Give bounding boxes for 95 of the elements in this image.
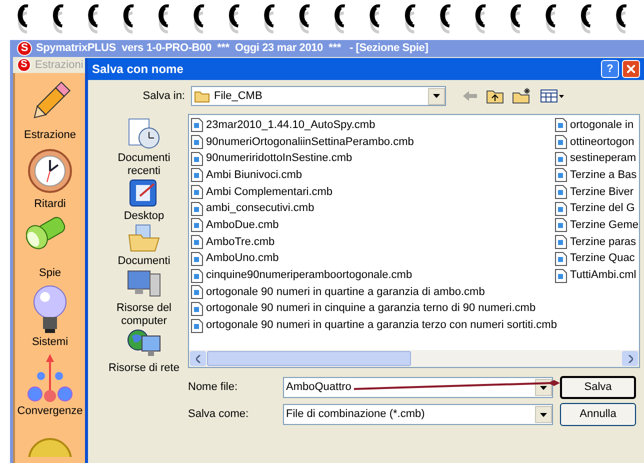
file-icon — [191, 302, 203, 316]
file-icon — [191, 168, 203, 182]
file-icon — [191, 185, 203, 200]
new-folder-icon[interactable] — [512, 88, 532, 104]
save-in-label: Salva in: — [142, 88, 186, 104]
place-item[interactable]: Desktop — [101, 178, 187, 223]
place-item[interactable]: Documenti recenti — [101, 118, 187, 178]
file-item[interactable]: ortogonale 90 numeri in quartine a garanzia terzo con numeri sortiti.cmb — [191, 317, 557, 334]
file-item[interactable]: AmboUno.cmb — [191, 250, 279, 268]
sidebar-label[interactable]: Convergenze — [17, 403, 83, 420]
file-icon — [191, 268, 203, 283]
file-item[interactable]: AmboTre.cmb — [191, 234, 275, 250]
scroll-right-button[interactable] — [622, 351, 638, 366]
scroll-left-button[interactable] — [190, 351, 206, 366]
dropdown-button[interactable] — [428, 88, 445, 104]
file-icon — [191, 318, 203, 333]
file-item[interactable]: AmboDue.cmb — [191, 217, 279, 234]
file-icon — [555, 218, 567, 232]
save-as-dropdown[interactable]: File di combinazione (*.cmb) — [283, 404, 553, 425]
file-item[interactable]: Terzine paras — [555, 234, 636, 250]
file-icon — [555, 168, 567, 182]
file-item[interactable]: cinquine90numeriperamboortogonale.cmb — [191, 267, 412, 284]
file-icon — [555, 202, 567, 216]
file-icon — [555, 185, 567, 200]
save-in-value: File_CMB — [214, 88, 264, 104]
file-icon — [555, 235, 567, 250]
place-item[interactable]: Documenti — [101, 223, 187, 268]
file-icon — [555, 135, 567, 150]
file-item[interactable]: 90numeriOrtogonaliinSettinaPerambo.cmb — [191, 134, 414, 150]
file-name-label: Nome file: — [188, 380, 239, 396]
dialog-title: Salva con nome — [92, 61, 184, 78]
file-item[interactable]: Terzine del G — [555, 200, 635, 218]
coin-icon — [27, 437, 73, 457]
close-icon — [627, 65, 635, 73]
place-label: Risorse di rete — [108, 362, 180, 375]
file-icon — [191, 202, 203, 216]
file-item[interactable]: ambi_consecutivi.cmb — [191, 200, 314, 218]
file-item[interactable]: Terzine Quac — [555, 250, 635, 268]
file-icon — [555, 252, 567, 266]
file-icon — [191, 135, 203, 150]
file-item[interactable]: Terzine Biver — [555, 184, 634, 200]
app-logo: S — [17, 40, 32, 56]
save-button[interactable]: Salva — [560, 376, 636, 399]
folder-icon — [127, 223, 161, 253]
scroll-thumb[interactable] — [207, 351, 411, 366]
file-item[interactable]: TuttiAmbi.cml — [555, 267, 636, 284]
file-item[interactable]: 23mar2010_1.44.10_AutoSpy.cmb — [191, 117, 376, 134]
file-name-field[interactable]: AmboQuattro — [283, 377, 553, 398]
place-label: Risorse del computer — [115, 302, 173, 328]
network-tree-icon — [27, 352, 73, 404]
view-menu-icon[interactable] — [540, 89, 564, 103]
file-item[interactable]: ottineortogon — [555, 134, 634, 150]
file-icon — [191, 252, 203, 266]
file-icon — [191, 152, 203, 166]
close-button[interactable] — [622, 60, 640, 78]
save-in-dropdown[interactable]: File_CMB — [191, 86, 446, 106]
folder-icon — [194, 90, 210, 102]
sidebar-label[interactable]: Estrazione — [24, 127, 76, 144]
sidebar-label[interactable]: Spie — [38, 265, 62, 282]
up-folder-icon[interactable] — [486, 88, 504, 104]
file-item[interactable]: Ambi Complementari.cmb — [191, 184, 333, 200]
file-item[interactable]: Terzine a Bas — [555, 167, 637, 184]
sidebar-label[interactable]: Sistemi — [32, 334, 68, 350]
file-item[interactable]: ortogonale 90 numeri in quartine a garanzia di ambo.cmb — [191, 284, 485, 301]
save-as-label: Salva come: — [188, 407, 250, 422]
file-item[interactable]: ortogonale in — [555, 117, 634, 134]
place-label: Documenti — [118, 255, 170, 268]
caret-icon — [540, 412, 547, 416]
window-title: SpymatrixPLUS vers 1-0-PRO-B00 *** Oggi 23 mar 2010 *** - [Sezione Spie] — [36, 41, 428, 56]
file-icon — [555, 152, 567, 166]
file-item[interactable]: 90numeriridottoInSestine.cmb — [191, 150, 352, 168]
place-item[interactable]: Risorse di rete — [101, 328, 187, 375]
file-item[interactable]: Terzine Geme — [555, 217, 638, 234]
cancel-button[interactable]: Annulla — [560, 403, 636, 426]
file-icon — [191, 235, 203, 250]
file-item[interactable]: sestineperam — [555, 150, 636, 168]
place-label: Documenti recenti — [116, 152, 172, 178]
file-item[interactable]: ortogonale 90 numeri in cinquine a garanzia terno di 90 numeri.cmb — [191, 300, 536, 318]
file-icon — [191, 118, 203, 132]
horizontal-scrollbar[interactable] — [189, 350, 639, 367]
place-label: Desktop — [124, 210, 164, 223]
recent-documents-icon — [127, 118, 161, 150]
place-item[interactable]: Risorse del computer — [101, 268, 187, 328]
file-item[interactable]: Ambi Biunivoci.cmb — [191, 167, 302, 184]
file-icon — [191, 285, 203, 300]
dropdown-button[interactable] — [535, 406, 552, 423]
file-icon — [191, 218, 203, 232]
menu-logo: S — [17, 58, 31, 72]
help-button[interactable]: ? — [601, 60, 619, 78]
file-icon — [555, 268, 567, 283]
file-icon — [555, 118, 567, 132]
caret-icon — [540, 386, 547, 390]
clock-icon — [27, 148, 73, 194]
sidebar-label[interactable]: Ritardi — [34, 196, 66, 212]
caret-icon — [433, 94, 440, 98]
